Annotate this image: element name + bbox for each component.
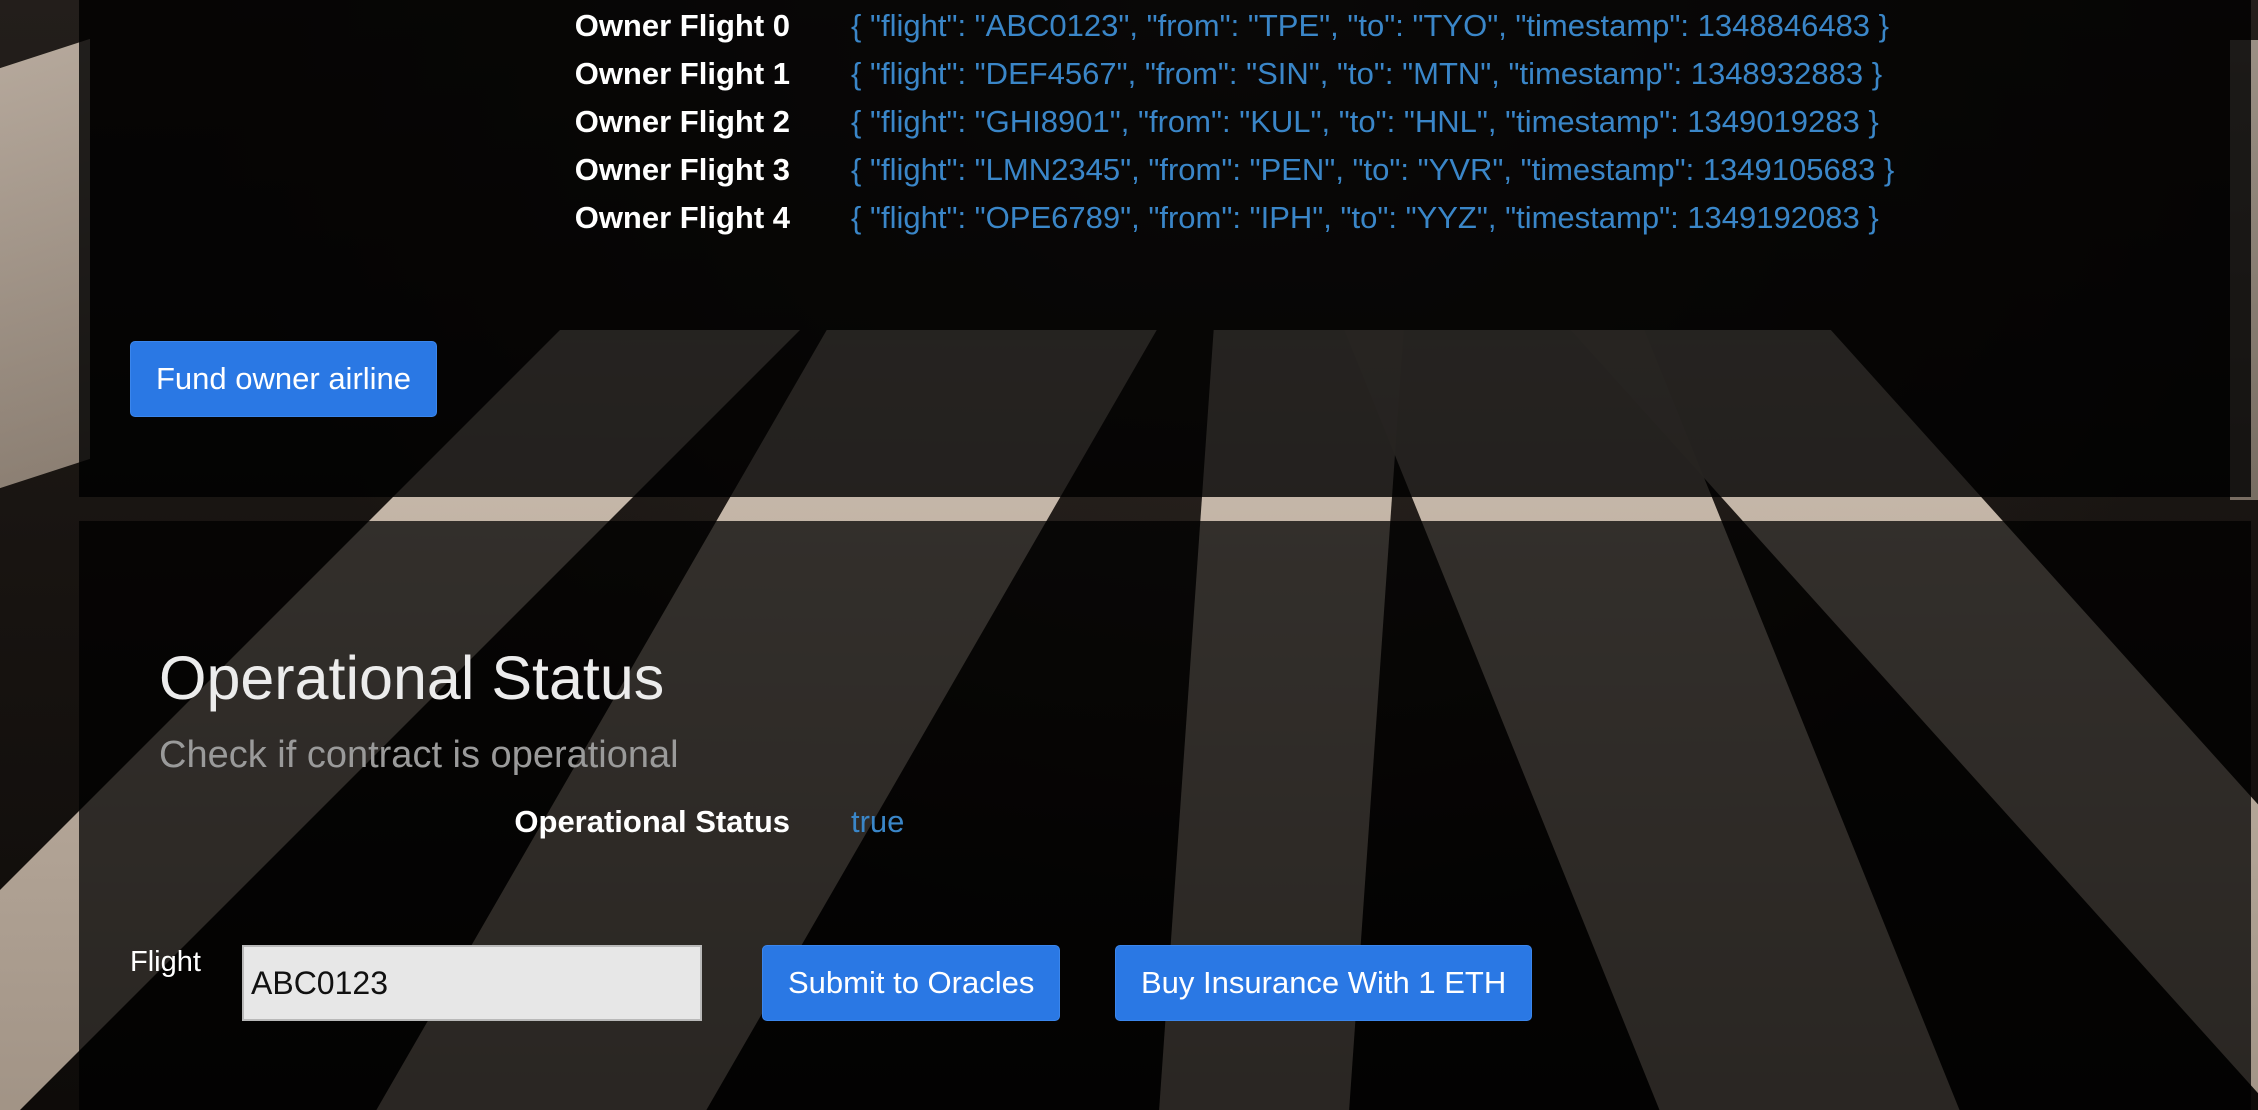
operational-status-value: true: [851, 804, 905, 839]
owner-flight-label: Owner Flight 1: [574, 56, 790, 91]
owner-flight-value: { "flight": "OPE6789", "from": "IPH", "t…: [851, 200, 1879, 235]
owner-flight-value: { "flight": "GHI8901", "from": "KUL", "t…: [851, 104, 1879, 139]
buy-insurance-button[interactable]: Buy Insurance With 1 ETH: [1115, 945, 1533, 1021]
section-subtitle: Check if contract is operational: [159, 734, 679, 776]
operational-status-panel: Operational Status Check if contract is …: [79, 521, 2251, 1110]
operational-status-label: Operational Status: [514, 804, 790, 839]
flight-label: Flight: [130, 946, 201, 978]
submit-to-oracles-button[interactable]: Submit to Oracles: [762, 945, 1061, 1021]
owner-flight-value: { "flight": "LMN2345", "from": "PEN", "t…: [851, 152, 1895, 187]
owner-flight-label: Owner Flight 2: [574, 104, 790, 139]
owner-flight-label: Owner Flight 4: [574, 200, 790, 235]
owner-flights-panel: Owner Flight 0 { "flight": "ABC0123", "f…: [79, 0, 2251, 497]
owner-flight-value: { "flight": "ABC0123", "from": "TPE", "t…: [851, 8, 1890, 43]
owner-flight-label: Owner Flight 0: [574, 8, 790, 43]
owner-flight-value: { "flight": "DEF4567", "from": "SIN", "t…: [851, 56, 1883, 91]
fund-owner-airline-button[interactable]: Fund owner airline: [130, 341, 438, 417]
section-title: Operational Status: [159, 644, 665, 712]
runway-stripe: [0, 38, 90, 502]
flight-input[interactable]: [242, 945, 702, 1021]
owner-flight-label: Owner Flight 3: [574, 152, 790, 187]
